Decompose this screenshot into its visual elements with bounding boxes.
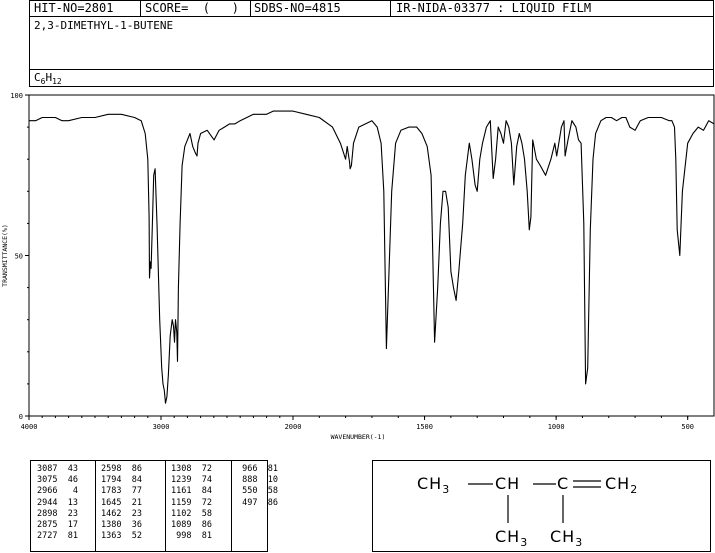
peak-row: 1159 72 xyxy=(171,497,212,508)
peak-row: 550 58 xyxy=(237,486,278,497)
peak-column-divider xyxy=(165,461,166,551)
peak-row: 1794 84 xyxy=(101,475,142,486)
chemical-structure: CH3 CH C CH2 CH3 CH3 xyxy=(372,460,711,552)
peak-column-divider xyxy=(231,461,232,551)
peak-row: 2875 17 xyxy=(37,520,78,531)
peak-table: 3087 43 3075 46 2966 4 2944 13 2898 23 2875 1… xyxy=(30,460,278,552)
peak-row: 888 10 xyxy=(237,475,278,486)
peak-row: 1089 86 xyxy=(171,520,212,531)
y-tick-label: 50 xyxy=(15,253,23,261)
x-tick-label: 1500 xyxy=(416,423,433,431)
y-tick-label: 100 xyxy=(10,92,23,100)
peak-row: 966 81 xyxy=(237,464,278,474)
peak-row: 1783 77 xyxy=(101,486,142,497)
peak-row: 1239 74 xyxy=(171,475,212,486)
x-axis-label: WAVENUMBER(-1) xyxy=(331,433,386,441)
y-axis-label: TRANSMITTANCE(%) xyxy=(1,224,9,287)
peak-row: 3075 46 xyxy=(37,475,78,486)
peak-row: 2898 23 xyxy=(37,508,78,519)
peak-row: 497 86 xyxy=(237,497,278,508)
peak-row: 2598 86 xyxy=(101,464,142,474)
peak-row: 998 81 xyxy=(171,531,212,542)
peak-column: 966 81 888 10 550 58 497 86 xyxy=(237,464,278,509)
x-tick-label: 2000 xyxy=(285,423,302,431)
peak-row: 2944 13 xyxy=(37,497,78,508)
peak-row: 1462 23 xyxy=(101,508,142,519)
peak-column: 3087 43 3075 46 2966 4 2944 13 2898 23 2875 1… xyxy=(37,464,78,542)
peak-row: 1102 58 xyxy=(171,508,212,519)
peak-row: 3087 43 xyxy=(37,464,78,474)
ir-spectrum-chart: 4000 3000 2000 1500 1000 500100500WAVENUMBER(… xyxy=(1,92,715,441)
x-tick-label: 500 xyxy=(681,423,694,431)
x-tick-label: 3000 xyxy=(153,423,170,431)
group-ch2: CH2 xyxy=(605,474,639,497)
peak-column-divider xyxy=(95,461,96,551)
peak-column: 2598 86 1794 84 1783 77 1645 21 1462 23 1380 … xyxy=(101,464,142,542)
group-ch3-left: CH3 xyxy=(417,474,451,497)
group-c: C xyxy=(557,474,570,493)
spectrum-line xyxy=(29,110,715,404)
peak-row: 2966 4 xyxy=(37,486,78,497)
x-tick-label: 1000 xyxy=(548,423,565,431)
peak-row: 1645 21 xyxy=(101,497,142,508)
peak-row: 1308 72 xyxy=(171,464,212,474)
plot-frame xyxy=(28,94,715,417)
x-tick-label: 4000 xyxy=(21,423,38,431)
peak-row: 1161 84 xyxy=(171,486,212,497)
peak-column: 1308 72 1239 74 1161 84 1159 72 1102 58 1089 … xyxy=(171,464,212,542)
y-tick-label: 0 xyxy=(19,413,23,421)
peak-row: 1363 52 xyxy=(101,531,142,542)
peak-row: 1380 36 xyxy=(101,520,142,531)
group-ch3-methyl-1: CH3 xyxy=(495,527,529,550)
group-ch3-methyl-2: CH3 xyxy=(550,527,584,550)
group-ch: CH xyxy=(495,474,521,493)
peak-row: 2727 81 xyxy=(37,531,78,542)
